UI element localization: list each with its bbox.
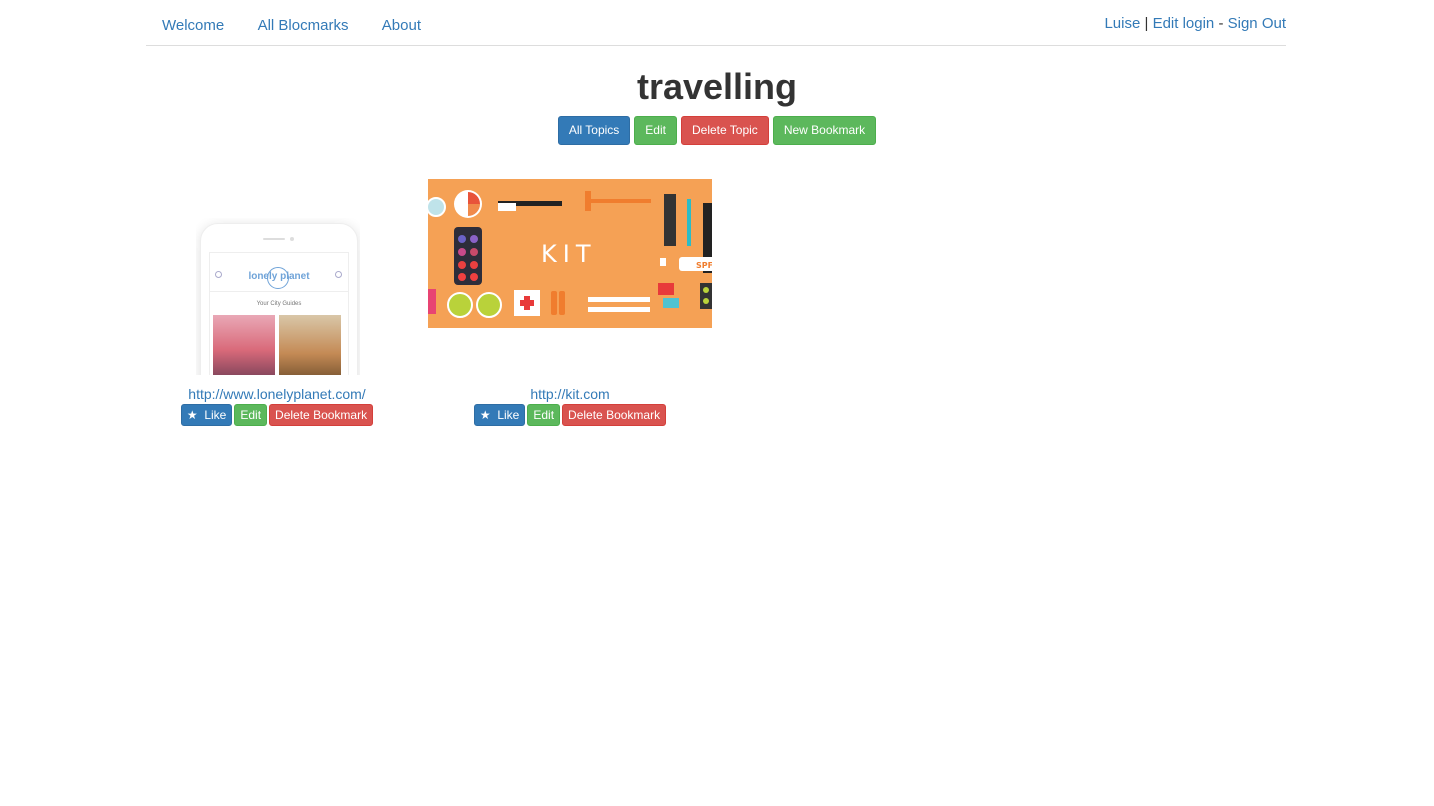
kit-logo-text: KIT bbox=[541, 240, 596, 268]
delete-bookmark-button[interactable]: Delete Bookmark bbox=[269, 404, 374, 426]
topic-actions: All Topics Edit Delete Topic New Bookmar… bbox=[0, 116, 1434, 145]
user-menu-separator: - bbox=[1218, 15, 1224, 32]
edit-bookmark-button[interactable]: Edit bbox=[234, 404, 268, 426]
bookmark-url-link[interactable]: http://www.lonelyplanet.com/ bbox=[176, 386, 378, 402]
edit-login-link[interactable]: Edit login bbox=[1153, 15, 1215, 32]
edit-topic-button[interactable]: Edit bbox=[634, 116, 677, 145]
nav-about-link[interactable]: About bbox=[382, 17, 421, 34]
bookmark-card: http://kit.com ★ Like Edit Delete Bookma… bbox=[467, 386, 673, 426]
star-icon: ★ bbox=[479, 408, 491, 422]
new-bookmark-button[interactable]: New Bookmark bbox=[772, 116, 877, 145]
like-label: Like bbox=[204, 408, 227, 422]
edit-bookmark-button[interactable]: Edit bbox=[527, 404, 561, 426]
phone-camera bbox=[290, 237, 294, 241]
city-photo bbox=[279, 315, 341, 375]
kit-illustration: KIT SPF bbox=[428, 190, 712, 318]
delete-bookmark-button[interactable]: Delete Bookmark bbox=[562, 404, 667, 426]
nav-welcome-link[interactable]: Welcome bbox=[162, 17, 224, 34]
thumb-subtitle: Your City Guides bbox=[256, 301, 302, 307]
bookmark-url-link[interactable]: http://kit.com bbox=[467, 386, 673, 402]
bookmark-actions: ★ Like Edit Delete Bookmark bbox=[467, 404, 673, 426]
settings-icon bbox=[335, 271, 342, 278]
divider bbox=[210, 291, 348, 292]
topic-title: travelling bbox=[636, 66, 798, 107]
star-icon: ★ bbox=[186, 408, 198, 422]
phone-mockup: lonely planet Your City Guides bbox=[200, 223, 358, 375]
user-menu: Luise | Edit login - Sign Out bbox=[1104, 15, 1286, 32]
lonely-planet-logo: lonely planet bbox=[248, 271, 310, 282]
sign-out-link[interactable]: Sign Out bbox=[1228, 15, 1286, 32]
nav-links: Welcome All Blocmarks About bbox=[162, 17, 451, 34]
like-label: Like bbox=[497, 408, 520, 422]
like-button[interactable]: ★ Like bbox=[180, 404, 233, 426]
all-topics-button[interactable]: All Topics bbox=[557, 116, 631, 145]
user-menu-separator: | bbox=[1144, 15, 1149, 32]
phone-screen: lonely planet Your City Guides bbox=[209, 252, 349, 375]
delete-topic-button[interactable]: Delete Topic bbox=[680, 116, 769, 145]
nav-all-blocmarks-link[interactable]: All Blocmarks bbox=[258, 17, 349, 34]
bookmark-card: http://www.lonelyplanet.com/ ★ Like Edit… bbox=[176, 386, 378, 426]
spf-sticker-text: SPF bbox=[696, 261, 712, 270]
like-button[interactable]: ★ Like bbox=[473, 404, 526, 426]
bookmark-thumbnail-kit[interactable]: KIT SPF bbox=[428, 179, 712, 328]
navbar: Welcome All Blocmarks About Luise | Edit… bbox=[146, 0, 1286, 46]
bookmark-thumbnail-lonelyplanet[interactable]: lonely planet Your City Guides bbox=[196, 218, 360, 375]
city-photo bbox=[213, 315, 275, 375]
bookmark-actions: ★ Like Edit Delete Bookmark bbox=[176, 404, 378, 426]
user-name-link[interactable]: Luise bbox=[1104, 15, 1140, 32]
phone-speaker bbox=[263, 238, 285, 240]
